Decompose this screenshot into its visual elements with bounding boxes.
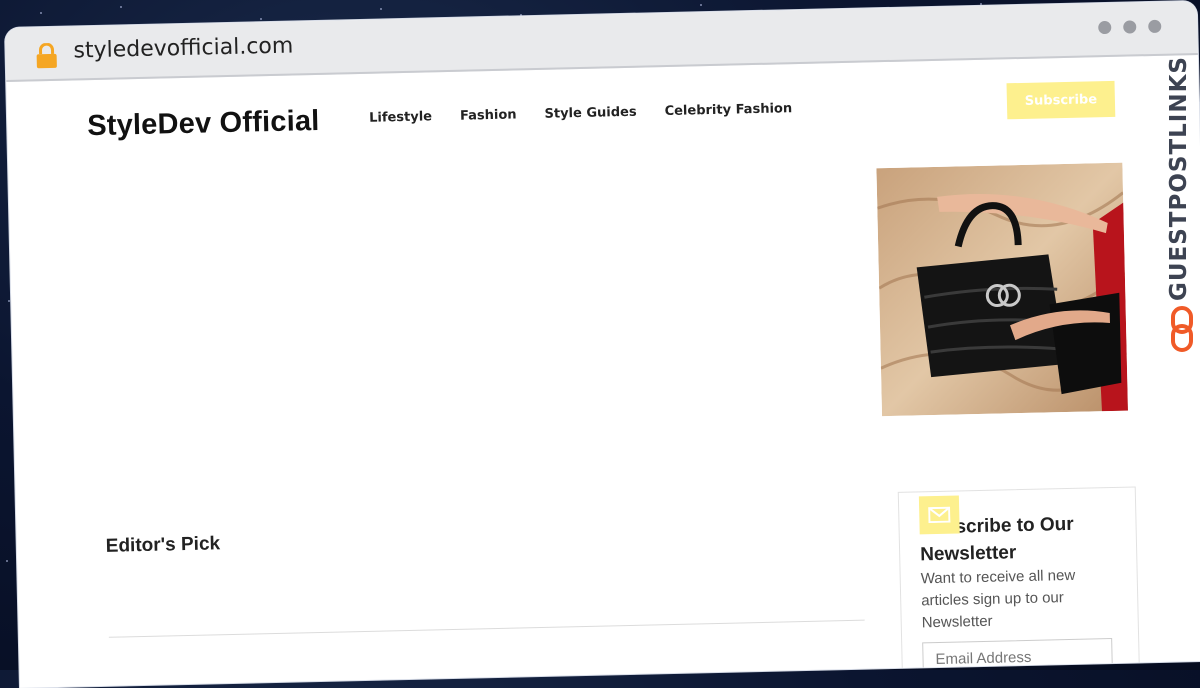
nav-item-fashion[interactable]: Fashion bbox=[460, 107, 517, 123]
nav-item-lifestyle[interactable]: Lifestyle bbox=[369, 109, 432, 125]
window-dot-icon[interactable] bbox=[1148, 19, 1162, 34]
main-nav: Lifestyle Fashion Style Guides Celebrity… bbox=[369, 101, 792, 126]
lock-icon bbox=[36, 42, 57, 69]
chain-link-icon bbox=[1171, 306, 1193, 352]
window-controls bbox=[1098, 19, 1162, 35]
website-content: StyleDev Official Lifestyle Fashion Styl… bbox=[6, 55, 1200, 688]
newsletter-description: Want to receive all new articles sign up… bbox=[920, 566, 1076, 632]
site-logo[interactable]: StyleDev Official bbox=[87, 105, 320, 143]
window-dot-icon[interactable] bbox=[1123, 20, 1137, 34]
section-divider bbox=[108, 619, 865, 638]
window-dot-icon[interactable] bbox=[1098, 20, 1112, 35]
subscribe-button[interactable]: Subscribe bbox=[1006, 80, 1116, 120]
newsletter-widget: Subscribe to Our Newsletter Want to rece… bbox=[897, 486, 1141, 688]
browser-window: styledevofficial.com StyleDev Official L… bbox=[5, 0, 1200, 688]
email-field[interactable] bbox=[922, 638, 1113, 677]
mail-icon bbox=[918, 495, 960, 535]
nav-item-celebrity-fashion[interactable]: Celebrity Fashion bbox=[664, 101, 792, 119]
watermark-text: GUESTPOSTLINKS bbox=[1166, 56, 1192, 302]
nav-item-style-guides[interactable]: Style Guides bbox=[544, 105, 636, 122]
url-text[interactable]: styledevofficial.com bbox=[73, 33, 293, 63]
editors-pick-heading: Editor's Pick bbox=[105, 533, 221, 557]
hero-handbag-image[interactable] bbox=[876, 162, 1128, 417]
